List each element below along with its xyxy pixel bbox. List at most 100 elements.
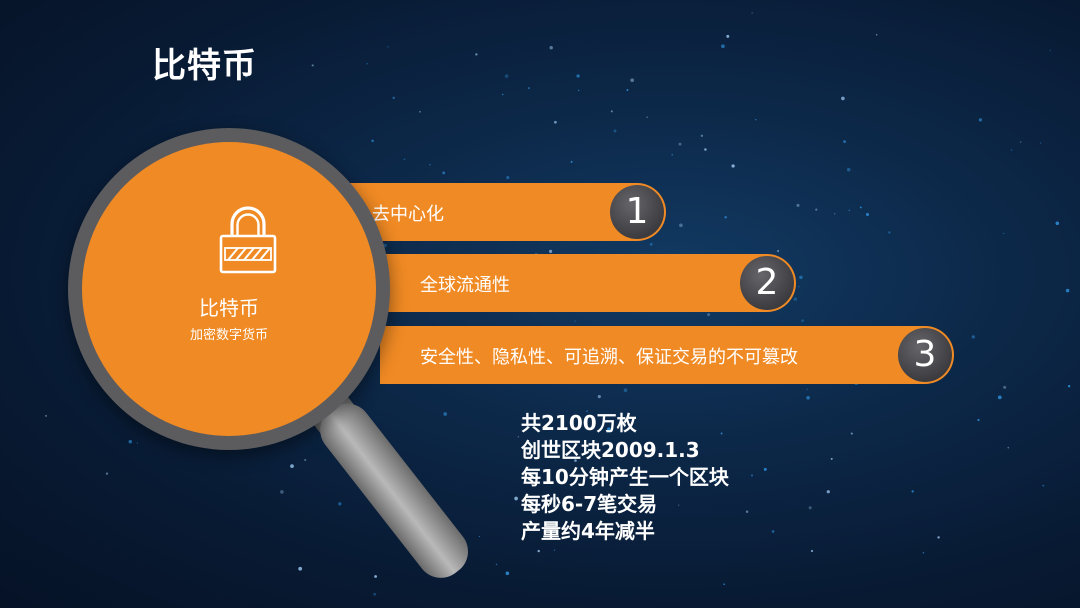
star-dot <box>723 583 726 586</box>
star-dot <box>478 535 481 538</box>
star-dot <box>751 474 753 477</box>
feature-number-badge: 3 <box>898 328 952 382</box>
star-dot <box>799 275 803 280</box>
star-dot <box>724 216 727 219</box>
star-dot <box>578 89 580 92</box>
star-dot <box>1049 49 1051 52</box>
star-dot <box>937 536 940 539</box>
star-dot <box>801 319 804 322</box>
star-dot <box>826 490 830 494</box>
star-dot <box>1003 385 1007 389</box>
fact-item: 创世区块2009.1.3 <box>521 438 700 462</box>
lens-face: 比特币 加密数字货币 <box>82 142 376 436</box>
star-dot <box>971 335 975 339</box>
star-dot <box>419 110 421 113</box>
star-dot <box>815 208 818 211</box>
star-dot <box>649 242 653 246</box>
star-dot <box>806 388 808 390</box>
feature-bar-2: 全球流通性 2 <box>360 254 796 312</box>
star-dot <box>848 209 850 211</box>
star-dot <box>304 458 307 462</box>
star-dot <box>338 502 342 506</box>
star-dot <box>475 53 478 56</box>
star-dot <box>136 442 139 444</box>
star-dot <box>549 249 553 253</box>
star-dot <box>922 552 925 554</box>
star-dot <box>280 490 284 494</box>
feature-number-badge: 2 <box>740 256 794 310</box>
star-dot <box>443 412 448 416</box>
star-dot <box>442 171 446 175</box>
star-dot <box>374 575 377 578</box>
feature-number-badge: 1 <box>610 185 664 239</box>
star-dot <box>371 139 374 143</box>
star-dot <box>755 119 757 121</box>
star-dot <box>553 549 556 551</box>
star-dot <box>105 472 109 475</box>
star-dot <box>763 467 767 471</box>
lock-icon <box>219 206 277 274</box>
fact-item: 共2100万枚 <box>521 411 637 435</box>
star-dot <box>570 160 573 163</box>
star-dot <box>978 118 982 122</box>
feature-bar-1: 去中心化 1 <box>330 183 666 241</box>
star-dot <box>798 285 800 288</box>
star-dot <box>366 62 368 65</box>
star-dot <box>387 46 389 48</box>
star-dot <box>796 203 800 207</box>
star-dot <box>527 87 530 90</box>
star-dot <box>298 566 303 571</box>
star-dot <box>1065 288 1070 293</box>
lens-title: 比特币 <box>199 296 259 320</box>
star-dot <box>721 44 725 49</box>
fact-item: 产量约4年减半 <box>521 519 655 543</box>
star-dot <box>1019 141 1022 143</box>
star-dot <box>1007 446 1010 449</box>
star-dot <box>731 164 735 168</box>
star-dot <box>704 148 707 151</box>
star-dot <box>700 134 704 138</box>
star-dot <box>793 297 798 301</box>
star-dot <box>865 212 870 217</box>
star-dot <box>777 250 780 252</box>
star-dot <box>678 142 682 146</box>
star-dot <box>403 158 406 161</box>
star-dot <box>549 46 553 50</box>
star-dot <box>875 34 878 36</box>
star-dot <box>646 116 648 118</box>
star-dot <box>597 395 601 399</box>
star-dot <box>392 96 395 100</box>
feature-label: 去中心化 <box>372 204 444 225</box>
star-dot <box>504 74 509 78</box>
star-dot <box>830 457 833 460</box>
star-dot <box>128 439 133 444</box>
star-dot <box>623 388 628 393</box>
star-dot <box>613 129 617 133</box>
star-dot <box>859 206 862 209</box>
star-dot <box>506 176 510 180</box>
star-dot <box>679 223 683 228</box>
star-dot <box>846 167 851 172</box>
star-dot <box>537 549 540 553</box>
star-dot <box>834 213 836 215</box>
star-dot <box>576 74 580 78</box>
star-dot <box>707 313 711 317</box>
star-dot <box>311 64 314 67</box>
star-dot <box>751 12 753 14</box>
star-dot <box>888 231 891 234</box>
feature-label: 全球流通性 <box>420 275 510 296</box>
star-dot <box>1039 142 1042 144</box>
lens-subtitle: 加密数字货币 <box>189 328 268 343</box>
page-title: 比特币 <box>152 46 257 86</box>
star-dot <box>1003 232 1005 235</box>
star-dot <box>1055 221 1060 226</box>
feature-bar-3: 安全性、隐私性、可追溯、保证交易的不可篡改 3 <box>380 326 954 384</box>
feature-label: 安全性、隐私性、可追溯、保证交易的不可篡改 <box>420 347 798 368</box>
star-dot <box>45 414 47 417</box>
star-dot <box>808 506 812 510</box>
fact-item: 每10分钟产生一个区块 <box>521 465 729 489</box>
star-dot <box>911 490 914 493</box>
star-dot <box>514 496 518 501</box>
star-dot <box>290 464 294 468</box>
star-dot <box>771 530 775 533</box>
